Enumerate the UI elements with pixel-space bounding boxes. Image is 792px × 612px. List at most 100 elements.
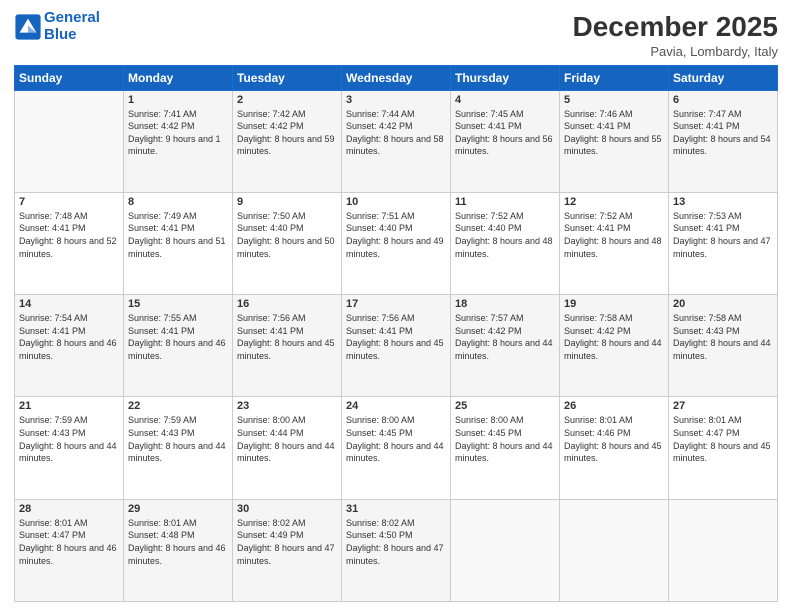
day-info: Sunrise: 7:59 AMSunset: 4:43 PMDaylight:… — [128, 414, 228, 464]
calendar-day-cell: 30Sunrise: 8:02 AMSunset: 4:49 PMDayligh… — [233, 499, 342, 601]
day-info: Sunrise: 8:01 AMSunset: 4:46 PMDaylight:… — [564, 414, 664, 464]
calendar-week-row: 7 Sunrise: 7:48 AMSunset: 4:41 PMDaylight… — [15, 192, 778, 294]
location: Pavia, Lombardy, Italy — [573, 44, 778, 59]
calendar-day-cell: 18 Sunrise: 7:57 AMSunset: 4:42 PMDayligh… — [451, 295, 560, 397]
calendar-week-row: 14 Sunrise: 7:54 AMSunset: 4:41 PMDayligh… — [15, 295, 778, 397]
day-info: Sunrise: 7:54 AMSunset: 4:41 PMDaylight:… — [19, 312, 119, 362]
day-number: 24 — [346, 400, 446, 412]
calendar-day-cell: 2 Sunrise: 7:42 AMSunset: 4:42 PMDaylight… — [233, 90, 342, 192]
day-header: Sunday — [15, 65, 124, 90]
calendar-day-cell — [669, 499, 778, 601]
logo: General Blue — [14, 10, 100, 43]
calendar-day-cell: 26Sunrise: 8:01 AMSunset: 4:46 PMDayligh… — [560, 397, 669, 499]
day-number: 4 — [455, 94, 555, 106]
calendar-page: General Blue December 2025 Pavia, Lombar… — [0, 0, 792, 612]
day-info: Sunrise: 8:00 AMSunset: 4:44 PMDaylight:… — [237, 414, 337, 464]
calendar-day-cell: 10 Sunrise: 7:51 AMSunset: 4:40 PMDayligh… — [342, 192, 451, 294]
calendar-day-cell: 15 Sunrise: 7:55 AMSunset: 4:41 PMDayligh… — [124, 295, 233, 397]
day-number: 6 — [673, 94, 773, 106]
day-info: Sunrise: 8:02 AMSunset: 4:49 PMDaylight:… — [237, 517, 337, 567]
day-info: Sunrise: 8:00 AMSunset: 4:45 PMDaylight:… — [346, 414, 446, 464]
day-number: 3 — [346, 94, 446, 106]
header: General Blue December 2025 Pavia, Lombar… — [14, 10, 778, 59]
calendar-table: SundayMondayTuesdayWednesdayThursdayFrid… — [14, 65, 778, 602]
day-header: Friday — [560, 65, 669, 90]
day-info: Sunrise: 7:48 AMSunset: 4:41 PMDaylight:… — [19, 210, 119, 260]
day-number: 14 — [19, 298, 119, 310]
title-area: December 2025 Pavia, Lombardy, Italy — [573, 10, 778, 59]
day-info: Sunrise: 7:44 AMSunset: 4:42 PMDaylight:… — [346, 108, 446, 158]
calendar-day-cell: 29 Sunrise: 8:01 AMSunset: 4:48 PMDayligh… — [124, 499, 233, 601]
day-info: Sunrise: 7:51 AMSunset: 4:40 PMDaylight:… — [346, 210, 446, 260]
calendar-day-cell: 22 Sunrise: 7:59 AMSunset: 4:43 PMDayligh… — [124, 397, 233, 499]
day-info: Sunrise: 7:58 AMSunset: 4:42 PMDaylight:… — [564, 312, 664, 362]
logo-icon — [14, 13, 42, 41]
day-info: Sunrise: 8:00 AMSunset: 4:45 PMDaylight:… — [455, 414, 555, 464]
calendar-day-cell: 31Sunrise: 8:02 AMSunset: 4:50 PMDayligh… — [342, 499, 451, 601]
day-number: 15 — [128, 298, 228, 310]
calendar-day-cell: 17Sunrise: 7:56 AMSunset: 4:41 PMDayligh… — [342, 295, 451, 397]
day-number: 29 — [128, 503, 228, 515]
day-header: Monday — [124, 65, 233, 90]
day-number: 1 — [128, 94, 228, 106]
calendar-day-cell: 20Sunrise: 7:58 AMSunset: 4:43 PMDayligh… — [669, 295, 778, 397]
calendar-day-cell: 1 Sunrise: 7:41 AMSunset: 4:42 PMDaylight… — [124, 90, 233, 192]
day-info: Sunrise: 8:01 AMSunset: 4:47 PMDaylight:… — [19, 517, 119, 567]
calendar-header-row: SundayMondayTuesdayWednesdayThursdayFrid… — [15, 65, 778, 90]
logo-line2: Blue — [44, 26, 77, 43]
day-number: 18 — [455, 298, 555, 310]
day-info: Sunrise: 7:53 AMSunset: 4:41 PMDaylight:… — [673, 210, 773, 260]
calendar-day-cell: 7 Sunrise: 7:48 AMSunset: 4:41 PMDaylight… — [15, 192, 124, 294]
day-number: 10 — [346, 196, 446, 208]
day-info: Sunrise: 7:55 AMSunset: 4:41 PMDaylight:… — [128, 312, 228, 362]
day-number: 11 — [455, 196, 555, 208]
logo-line1: General — [44, 9, 100, 26]
day-number: 27 — [673, 400, 773, 412]
calendar-day-cell: 9Sunrise: 7:50 AMSunset: 4:40 PMDaylight… — [233, 192, 342, 294]
day-header: Tuesday — [233, 65, 342, 90]
day-header: Saturday — [669, 65, 778, 90]
day-info: Sunrise: 7:49 AMSunset: 4:41 PMDaylight:… — [128, 210, 228, 260]
day-info: Sunrise: 7:57 AMSunset: 4:42 PMDaylight:… — [455, 312, 555, 362]
day-number: 16 — [237, 298, 337, 310]
day-info: Sunrise: 7:59 AMSunset: 4:43 PMDaylight:… — [19, 414, 119, 464]
day-info: Sunrise: 8:02 AMSunset: 4:50 PMDaylight:… — [346, 517, 446, 567]
calendar-week-row: 1 Sunrise: 7:41 AMSunset: 4:42 PMDaylight… — [15, 90, 778, 192]
calendar-day-cell: 24 Sunrise: 8:00 AMSunset: 4:45 PMDayligh… — [342, 397, 451, 499]
calendar-day-cell: 16 Sunrise: 7:56 AMSunset: 4:41 PMDayligh… — [233, 295, 342, 397]
calendar-day-cell: 23Sunrise: 8:00 AMSunset: 4:44 PMDayligh… — [233, 397, 342, 499]
day-number: 5 — [564, 94, 664, 106]
day-info: Sunrise: 7:42 AMSunset: 4:42 PMDaylight:… — [237, 108, 337, 158]
month-title: December 2025 — [573, 10, 778, 44]
day-info: Sunrise: 7:52 AMSunset: 4:40 PMDaylight:… — [455, 210, 555, 260]
day-info: Sunrise: 8:01 AMSunset: 4:48 PMDaylight:… — [128, 517, 228, 567]
day-number: 21 — [19, 400, 119, 412]
day-number: 8 — [128, 196, 228, 208]
calendar-day-cell: 21 Sunrise: 7:59 AMSunset: 4:43 PMDayligh… — [15, 397, 124, 499]
day-info: Sunrise: 7:47 AMSunset: 4:41 PMDaylight:… — [673, 108, 773, 158]
day-info: Sunrise: 7:58 AMSunset: 4:43 PMDaylight:… — [673, 312, 773, 362]
day-header: Wednesday — [342, 65, 451, 90]
calendar-week-row: 21 Sunrise: 7:59 AMSunset: 4:43 PMDayligh… — [15, 397, 778, 499]
calendar-day-cell: 5 Sunrise: 7:46 AMSunset: 4:41 PMDaylight… — [560, 90, 669, 192]
day-info: Sunrise: 7:45 AMSunset: 4:41 PMDaylight:… — [455, 108, 555, 158]
day-info: Sunrise: 7:41 AMSunset: 4:42 PMDaylight:… — [128, 108, 228, 158]
calendar-day-cell: 13Sunrise: 7:53 AMSunset: 4:41 PMDayligh… — [669, 192, 778, 294]
day-number: 25 — [455, 400, 555, 412]
calendar-day-cell: 12Sunrise: 7:52 AMSunset: 4:41 PMDayligh… — [560, 192, 669, 294]
day-number: 22 — [128, 400, 228, 412]
calendar-day-cell: 19 Sunrise: 7:58 AMSunset: 4:42 PMDayligh… — [560, 295, 669, 397]
day-number: 7 — [19, 196, 119, 208]
calendar-day-cell — [15, 90, 124, 192]
calendar-day-cell: 14 Sunrise: 7:54 AMSunset: 4:41 PMDayligh… — [15, 295, 124, 397]
day-number: 19 — [564, 298, 664, 310]
day-number: 12 — [564, 196, 664, 208]
calendar-week-row: 28Sunrise: 8:01 AMSunset: 4:47 PMDayligh… — [15, 499, 778, 601]
calendar-day-cell: 6 Sunrise: 7:47 AMSunset: 4:41 PMDaylight… — [669, 90, 778, 192]
day-info: Sunrise: 7:56 AMSunset: 4:41 PMDaylight:… — [237, 312, 337, 362]
day-number: 2 — [237, 94, 337, 106]
day-header: Thursday — [451, 65, 560, 90]
day-info: Sunrise: 7:50 AMSunset: 4:40 PMDaylight:… — [237, 210, 337, 260]
day-info: Sunrise: 7:46 AMSunset: 4:41 PMDaylight:… — [564, 108, 664, 158]
calendar-day-cell: 25 Sunrise: 8:00 AMSunset: 4:45 PMDayligh… — [451, 397, 560, 499]
